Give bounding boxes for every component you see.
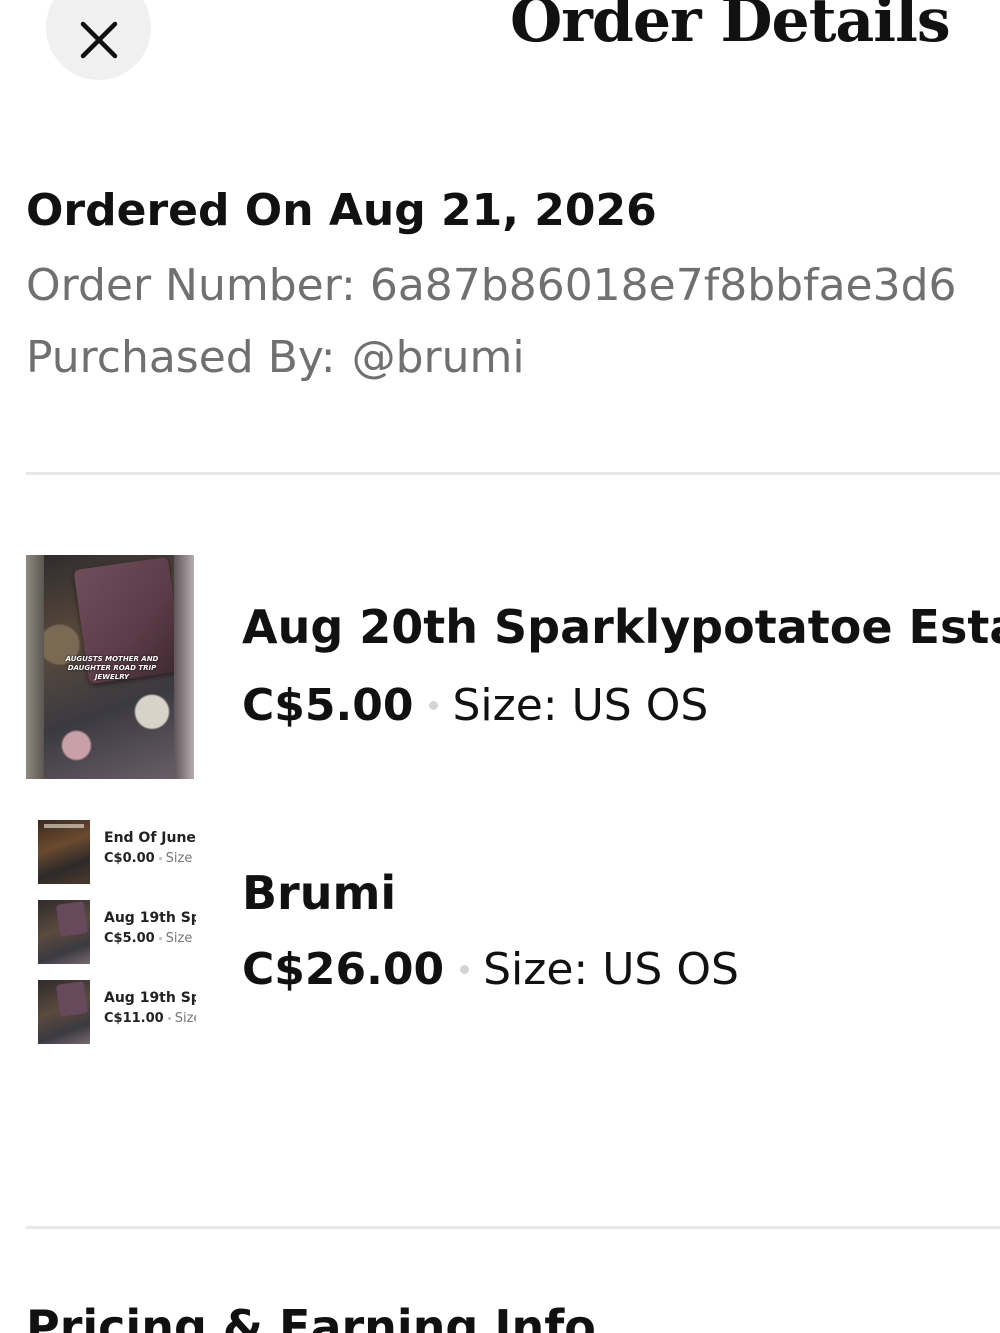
pricing-section-heading: Pricing & Earning Info: [26, 1300, 596, 1333]
order-details-page: Order Details Ordered On Aug 21, 2026 Or…: [0, 0, 1000, 1333]
item-thumbnail[interactable]: AUGUSTS MOTHER AND DAUGHTER ROAD TRIP JE…: [26, 555, 194, 779]
wallet-image: [55, 901, 89, 937]
bundle-item: Aug 19th Spa C$5.00 Size: [38, 898, 196, 978]
purchased-by: Purchased By: @brumi: [26, 332, 525, 383]
bundle-title[interactable]: Brumi: [242, 866, 396, 920]
bundle-item-title: Aug 19th Spa: [104, 990, 196, 1006]
page-title: Order Details: [510, 0, 951, 56]
separator-dot: [167, 1017, 171, 1020]
divider: [26, 1226, 1000, 1229]
separator-dot: [429, 701, 439, 710]
bundle-item-size: Size: [165, 851, 193, 866]
separator-dot: [158, 857, 162, 860]
thumbnail-edge: [174, 555, 194, 779]
purchased-by-label: Purchased By:: [26, 332, 336, 383]
wallet-image: [55, 981, 89, 1017]
item-price-row: C$5.00 Size: US OS: [242, 680, 708, 731]
item-size: Size: US OS: [452, 680, 709, 731]
bundle-item-price: C$0.00: [104, 851, 155, 866]
close-icon: [80, 21, 117, 58]
bundle-item-size: Size: [174, 1011, 196, 1026]
bundle-item: End Of Junes C$0.00 Size: [38, 818, 196, 898]
order-number-value[interactable]: 6a87b86018e7f8bbfae3d6: [370, 260, 957, 311]
item-price: C$5.00: [242, 680, 414, 731]
bundle-item: Aug 19th Spa C$11.00 Size: [38, 978, 196, 1058]
separator-dot: [158, 937, 162, 940]
bundle-item-title: Aug 19th Spa: [104, 910, 196, 926]
bundle-item-thumbnail: [38, 900, 90, 964]
buyer-username-link[interactable]: @brumi: [352, 332, 525, 383]
bundle-item-price: C$5.00: [104, 931, 155, 946]
bundle-item-thumbnail: [38, 980, 90, 1044]
bundle-item-size: Size: [165, 931, 193, 946]
divider: [26, 472, 1000, 475]
ordered-on-date: Ordered On Aug 21, 2026: [26, 185, 657, 236]
close-button[interactable]: [46, 0, 151, 80]
thumbnail-edge: [26, 555, 44, 779]
bundle-item-thumbnail: [38, 820, 90, 884]
separator-dot: [460, 965, 470, 974]
order-number: Order Number: 6a87b86018e7f8bbfae3d6: [26, 260, 957, 311]
order-number-label: Order Number:: [26, 260, 356, 311]
bundle-price: C$26.00: [242, 944, 445, 995]
bundle-item-price: C$11.00: [104, 1011, 164, 1026]
bundle-size: Size: US OS: [483, 944, 739, 995]
bundle-price-row: C$26.00 Size: US OS: [242, 944, 739, 995]
thumbnail-banner: [44, 824, 84, 828]
bundle-item-title: End Of Junes: [104, 830, 196, 846]
bundle-item-list[interactable]: End Of Junes C$0.00 Size Aug 19th Spa C$5…: [38, 818, 196, 1058]
item-title[interactable]: Aug 20th Sparklypotatoe Estate: [242, 600, 1000, 654]
thumbnail-caption: AUGUSTS MOTHER AND DAUGHTER ROAD TRIP JE…: [65, 655, 159, 681]
